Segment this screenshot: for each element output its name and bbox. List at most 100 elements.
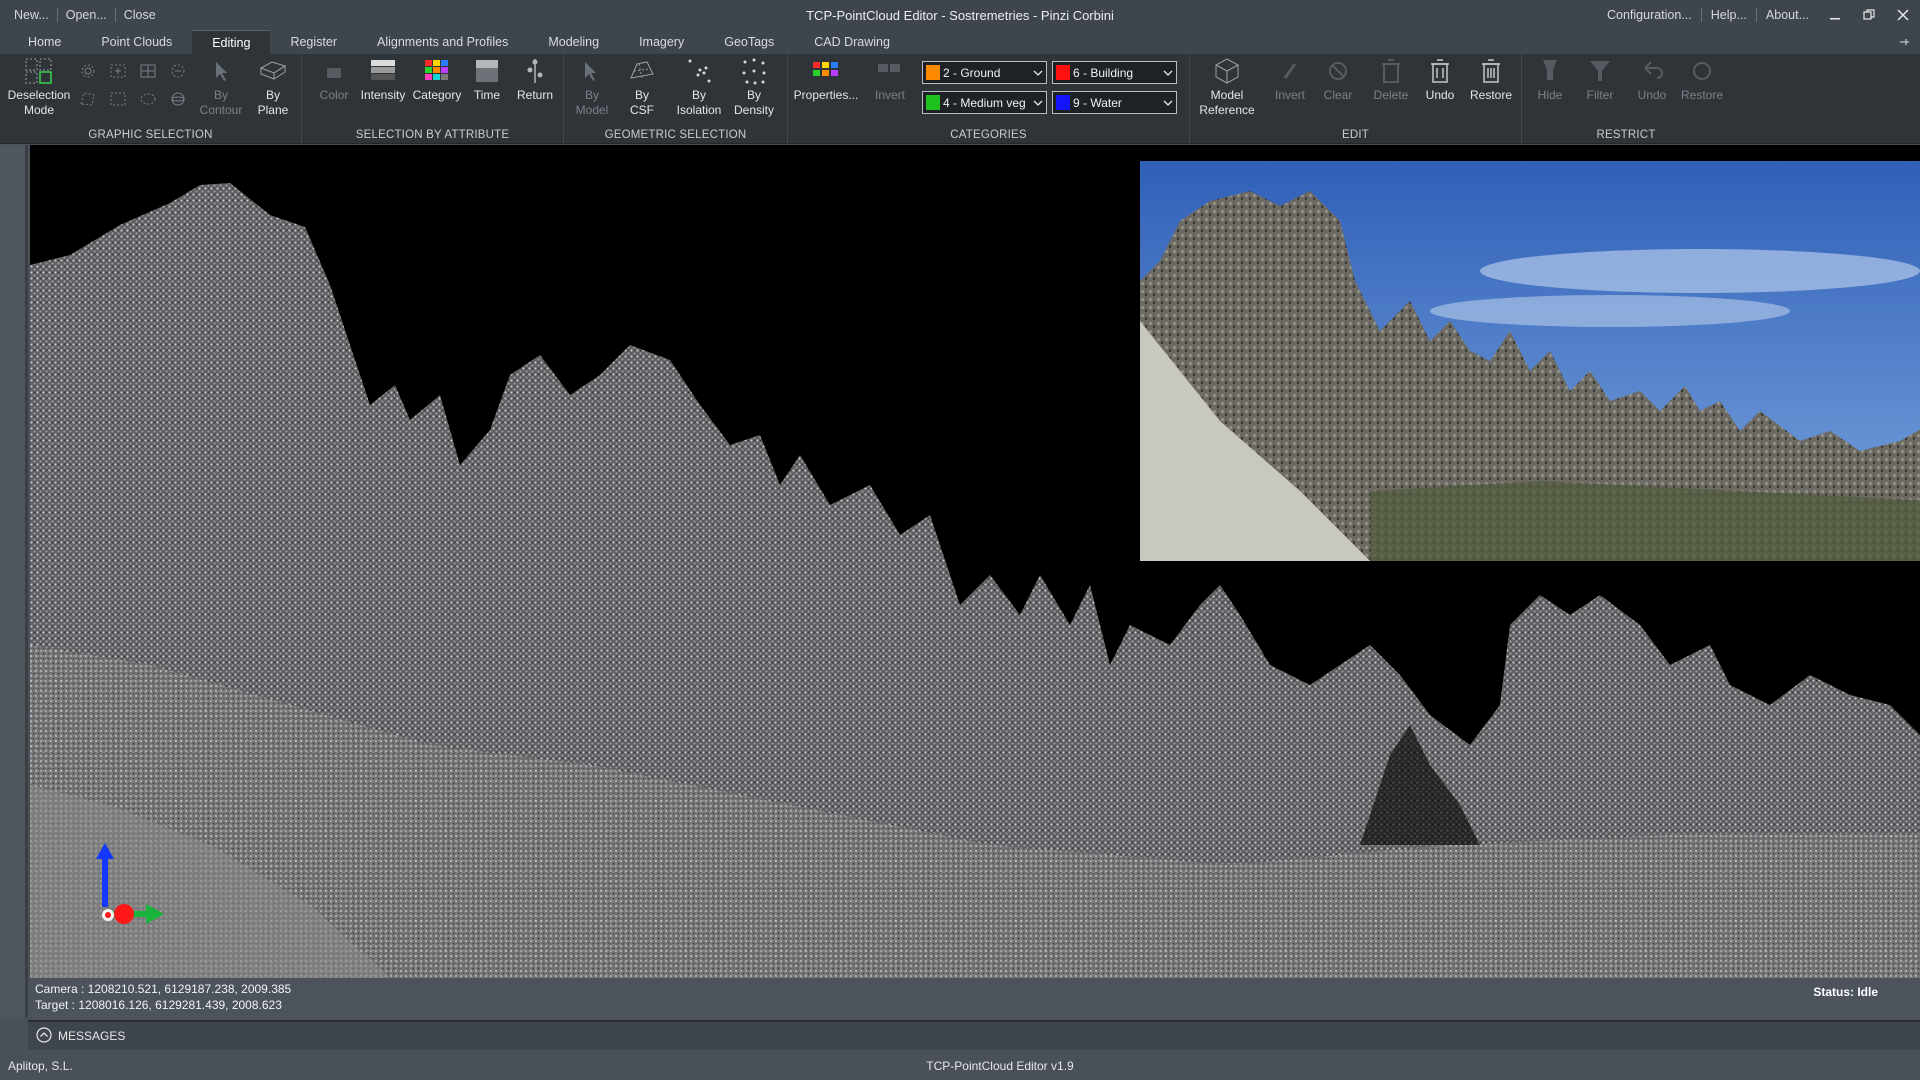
camera-info-bar: Camera : 1208210.521, 6129187.238, 2009.… <box>30 978 1920 1018</box>
graphic-selection-group: Deselection Mode By Contour By Plane GRA… <box>0 54 302 144</box>
tab-cad-drawing[interactable]: CAD Drawing <box>794 30 910 54</box>
tab-alignments-and-profiles[interactable]: Alignments and Profiles <box>357 30 528 54</box>
target-coordinates: Target : 1208016.126, 6129281.439, 2008.… <box>35 998 282 1012</box>
model-cursor-icon <box>577 56 607 86</box>
by-plane-button[interactable]: By Plane <box>256 56 290 118</box>
select-grid-icon[interactable] <box>138 62 158 80</box>
category-button[interactable]: Category <box>410 56 464 103</box>
select-layer-icon[interactable] <box>138 90 158 108</box>
tab-home[interactable]: Home <box>8 30 81 54</box>
categories-invert-button[interactable]: Invert <box>868 56 912 103</box>
chevron-down-icon <box>1030 100 1046 106</box>
messages-label: MESSAGES <box>58 1029 126 1043</box>
delete-button[interactable]: Delete <box>1370 56 1412 103</box>
undo-bin-icon <box>1425 56 1455 86</box>
tab-point-clouds[interactable]: Point Clouds <box>81 30 192 54</box>
ribbon: Deselection Mode By Contour By Plane GRA… <box>0 54 1920 144</box>
categories-label: CATEGORIES <box>950 129 1027 141</box>
configuration-button[interactable]: Configuration... <box>1598 8 1702 22</box>
edit-group: Model Reference Invert Clear Delete Undo… <box>1190 54 1522 144</box>
help-button[interactable]: Help... <box>1702 8 1757 22</box>
select-fence-icon[interactable] <box>108 90 128 108</box>
app-version: TCP-PointCloud Editor v1.9 <box>926 1059 1074 1073</box>
return-icon <box>520 56 550 86</box>
edit-restore-button[interactable]: Restore <box>1466 56 1516 103</box>
tab-register[interactable]: Register <box>270 30 357 54</box>
filter-button[interactable]: Filter <box>1580 56 1620 103</box>
delete-icon <box>1376 56 1406 86</box>
by-isolation-button[interactable]: By Isolation <box>676 56 722 118</box>
tab-editing[interactable]: Editing <box>192 30 271 54</box>
clear-button[interactable]: Clear <box>1318 56 1358 103</box>
model-reference-button[interactable]: Model Reference <box>1196 56 1258 118</box>
select-circle-icon[interactable] <box>168 62 188 80</box>
category-select-building[interactable]: 6 - Building <box>1052 61 1177 84</box>
by-csf-button[interactable]: By CSF <box>624 56 660 118</box>
category-swatch <box>1056 95 1070 110</box>
select-polygon-icon[interactable] <box>78 90 98 108</box>
minimize-icon[interactable] <box>1818 0 1852 30</box>
tab-imagery[interactable]: Imagery <box>619 30 704 54</box>
select-box-icon[interactable] <box>108 62 128 80</box>
restrict-restore-icon <box>1687 56 1717 86</box>
graphic-selection-label: GRAPHIC SELECTION <box>88 129 213 141</box>
category-select-medium-veg[interactable]: 4 - Medium veg <box>922 91 1047 114</box>
hide-button[interactable]: Hide <box>1532 56 1568 103</box>
by-contour-button[interactable]: By Contour <box>200 56 242 118</box>
chevron-down-icon <box>1160 100 1176 106</box>
selection-by-attribute-label: SELECTION BY ATTRIBUTE <box>355 129 510 141</box>
chevron-up-circle-icon <box>36 1026 52 1046</box>
tab-modeling[interactable]: Modeling <box>528 30 619 54</box>
category-swatch <box>926 65 940 80</box>
color-icon <box>319 56 349 86</box>
geometric-selection-label: GEOMETRIC SELECTION <box>604 129 747 141</box>
camera-coordinates: Camera : 1208210.521, 6129187.238, 2009.… <box>35 982 292 996</box>
edit-undo-button[interactable]: Undo <box>1420 56 1460 103</box>
close-window-icon[interactable] <box>1886 0 1920 30</box>
intensity-icon <box>368 56 398 86</box>
axis-gizmo <box>96 843 164 924</box>
pin-ribbon-icon[interactable] <box>1898 36 1910 51</box>
restrict-label: RESTRICT <box>1596 129 1656 141</box>
chevron-down-icon <box>1160 70 1176 76</box>
filter-icon <box>1585 56 1615 86</box>
hide-icon <box>1535 56 1565 86</box>
intensity-button[interactable]: Intensity <box>358 56 408 103</box>
restrict-restore-button[interactable]: Restore <box>1678 56 1726 103</box>
by-model-button[interactable]: By Model <box>574 56 610 118</box>
category-select-water[interactable]: 9 - Water <box>1052 91 1177 114</box>
title-bar: New... Open... Close TCP-PointCloud Edit… <box>0 0 1920 30</box>
edit-label: EDIT <box>1342 129 1369 141</box>
select-sphere-icon[interactable] <box>168 90 188 108</box>
category-select-ground[interactable]: 2 - Ground <box>922 61 1047 84</box>
about-button[interactable]: About... <box>1757 8 1818 22</box>
messages-panel-toggle[interactable]: MESSAGES <box>28 1020 1920 1050</box>
geometric-selection-group: By Model By CSF By Isolation By Density … <box>564 54 788 144</box>
time-button[interactable]: Time <box>466 56 508 103</box>
by-density-button[interactable]: By Density <box>730 56 778 118</box>
edit-invert-button[interactable]: Invert <box>1270 56 1310 103</box>
tab-geotags[interactable]: GeoTags <box>704 30 794 54</box>
invert-categories-icon <box>875 56 905 86</box>
properties-icon <box>811 56 841 86</box>
select-point-icon[interactable] <box>78 62 98 80</box>
plane-icon <box>258 56 288 86</box>
close-file-button[interactable]: Close <box>116 8 164 22</box>
open-button[interactable]: Open... <box>58 8 116 22</box>
return-button[interactable]: Return <box>514 56 556 103</box>
time-icon <box>472 56 502 86</box>
categories-group: Properties... Invert 2 - Ground 6 - Buil… <box>788 54 1190 144</box>
new-button[interactable]: New... <box>6 8 58 22</box>
restrict-undo-button[interactable]: Undo <box>1632 56 1672 103</box>
restore-icon[interactable] <box>1852 0 1886 30</box>
status-bar: Aplitop, S.L. TCP-PointCloud Editor v1.9 <box>0 1050 1920 1080</box>
deselection-mode-button[interactable]: Deselection Mode <box>6 56 72 118</box>
restore-bin-icon <box>1476 56 1506 86</box>
color-button[interactable]: Color <box>316 56 352 103</box>
properties-button[interactable]: Properties... <box>794 56 858 103</box>
clear-icon <box>1323 56 1353 86</box>
isolation-icon <box>684 56 714 86</box>
reference-photo <box>1140 161 1920 561</box>
contour-cursor-icon <box>206 56 236 86</box>
point-cloud-viewport[interactable] <box>30 145 1920 978</box>
